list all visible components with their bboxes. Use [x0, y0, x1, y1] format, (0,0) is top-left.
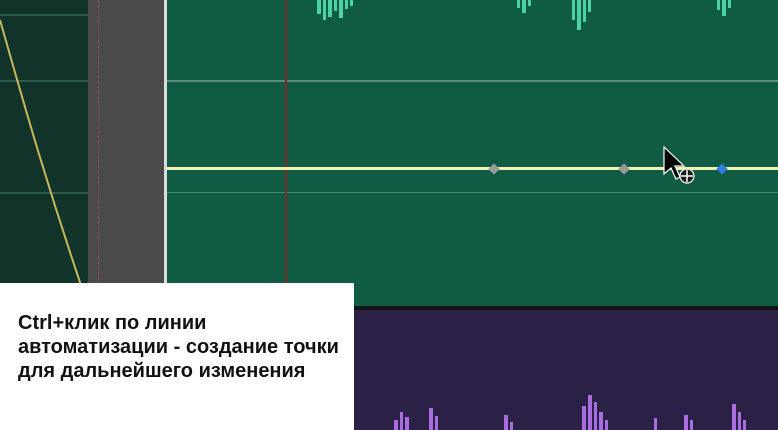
lane-divider: [167, 192, 778, 193]
automation-keyframe-point[interactable]: [617, 162, 631, 176]
automation-keyframe-point[interactable]: [487, 162, 501, 176]
move-crosshair-icon: [679, 168, 695, 184]
purple-waveform: [394, 395, 746, 430]
automation-keyframe-point-active[interactable]: [715, 162, 729, 176]
lane-divider: [167, 80, 778, 82]
green-waveform: [317, 0, 731, 30]
playhead-line[interactable]: [285, 0, 287, 308]
tutorial-caption: Ctrl+клик по линии автоматизации - созда…: [0, 283, 354, 430]
editor-viewport: Ctrl+клик по линии автоматизации - созда…: [0, 0, 778, 430]
caption-text: Ctrl+клик по линии автоматизации - созда…: [18, 312, 339, 382]
